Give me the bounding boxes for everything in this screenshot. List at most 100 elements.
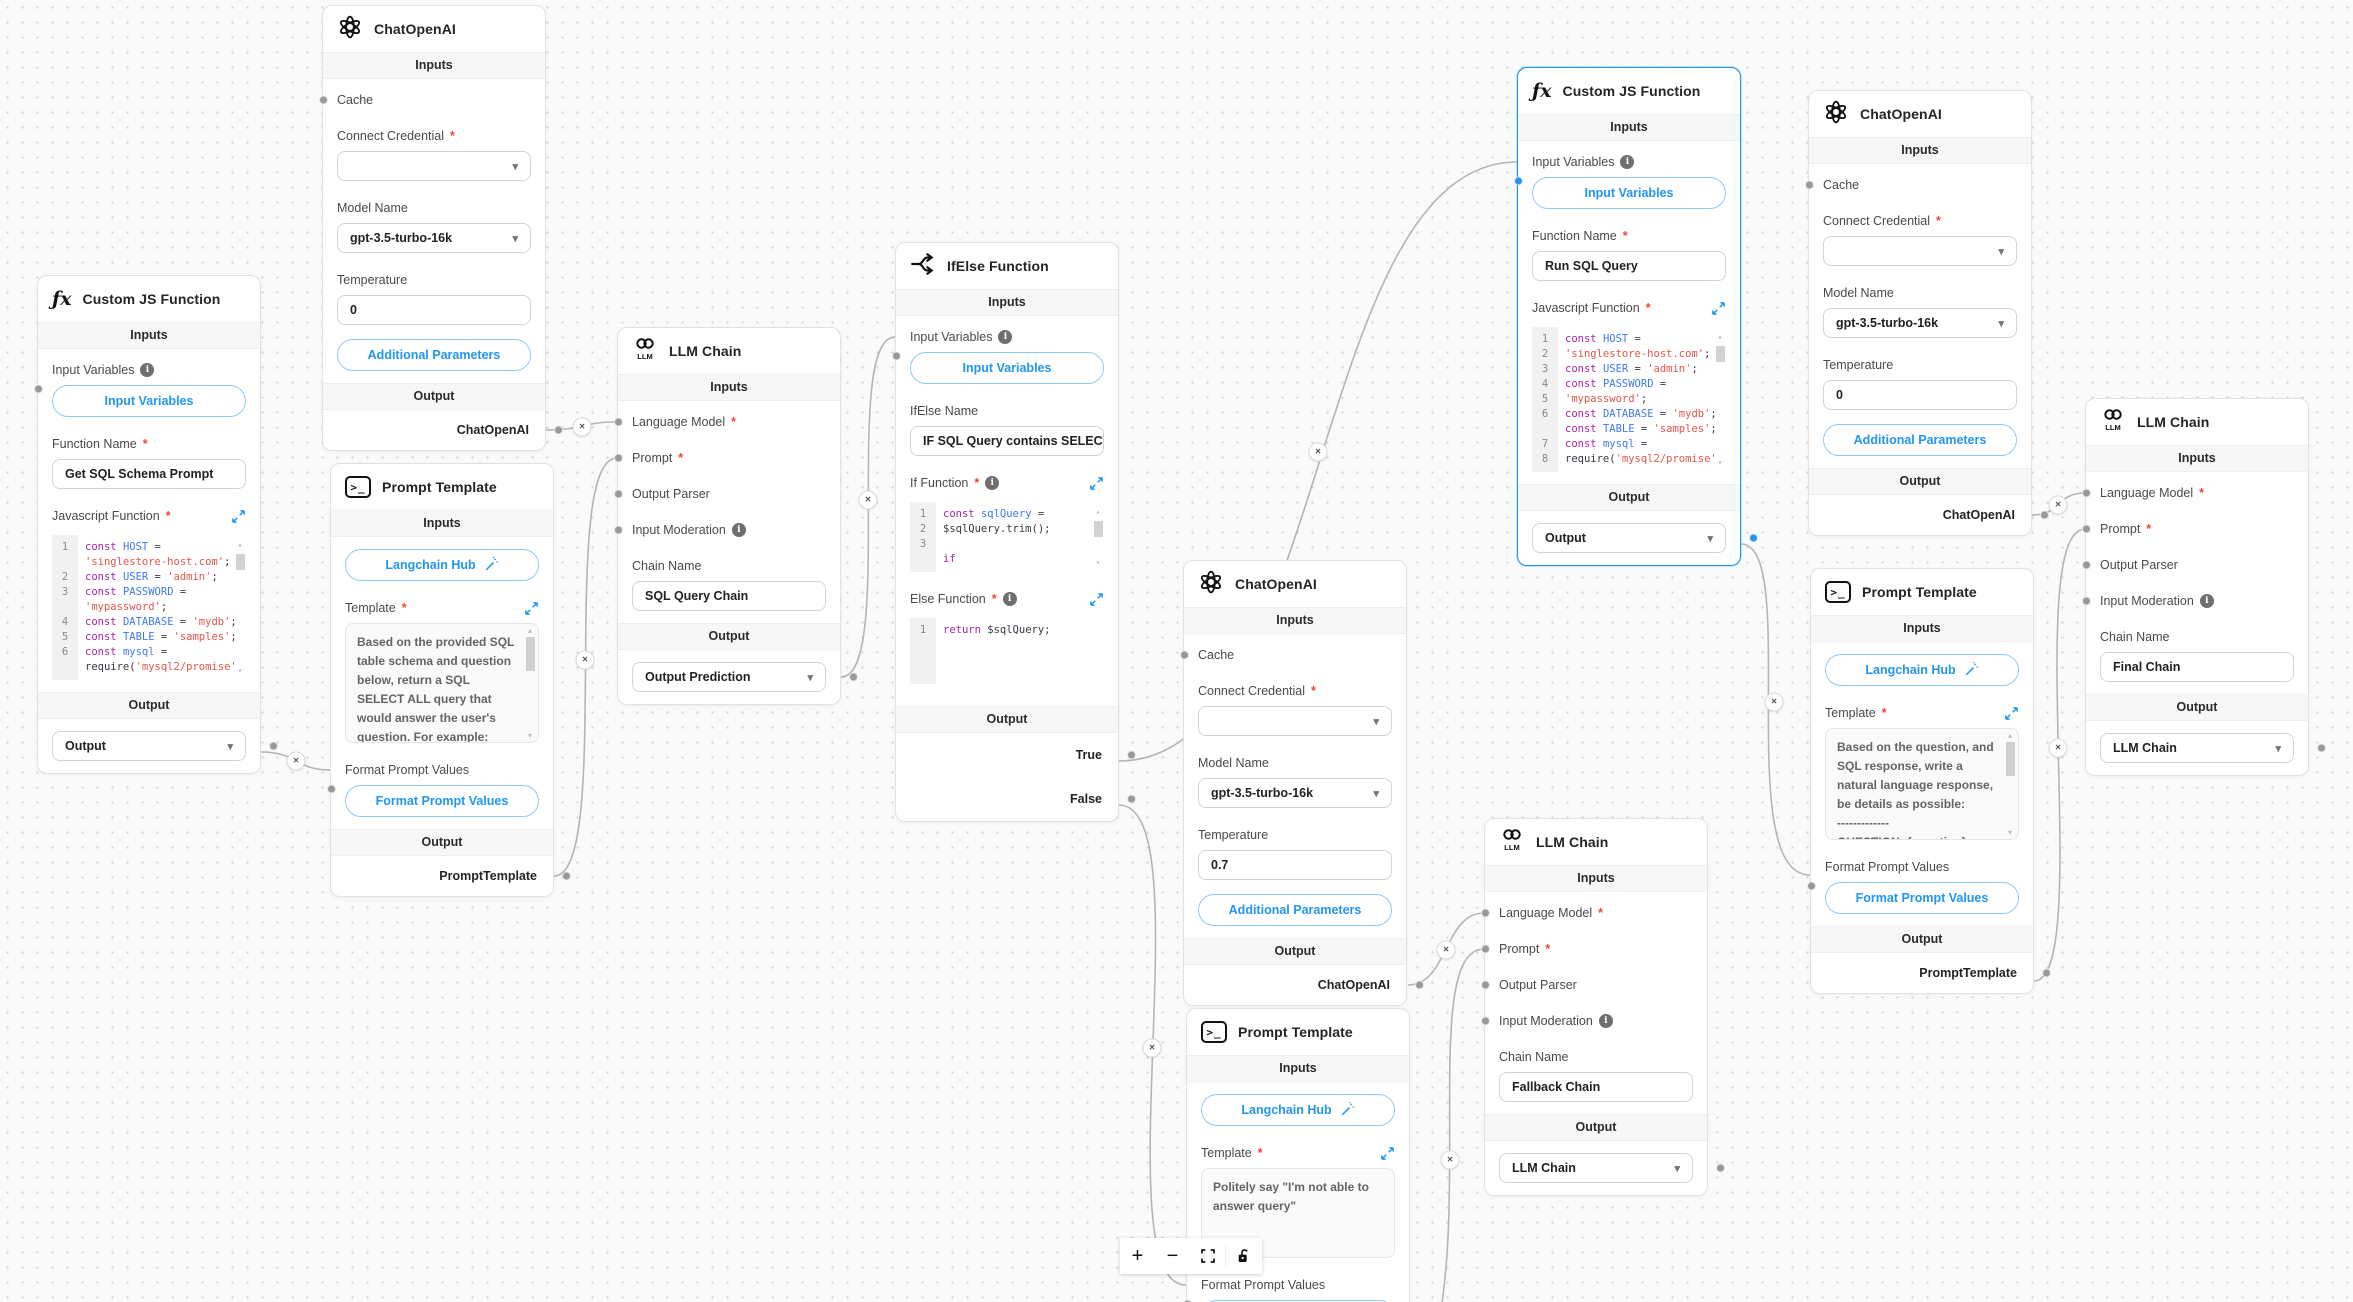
temperature-input[interactable]: 0 (1823, 380, 2017, 410)
output-handle[interactable] (562, 872, 571, 881)
expand-icon[interactable] (1711, 301, 1726, 316)
edge-delete-button[interactable]: × (287, 752, 306, 771)
output-select[interactable]: Output Prediction▾ (632, 662, 826, 692)
expand-icon[interactable] (231, 509, 246, 524)
language-model-handle[interactable] (614, 418, 623, 427)
node-prompttemplate-final[interactable]: >_ Prompt Template Inputs Langchain Hub … (1810, 568, 2034, 994)
expand-icon[interactable] (1380, 1146, 1395, 1161)
input-variables-handle[interactable] (892, 352, 901, 361)
edge-prompttemplate3-to-llmchain3[interactable] (1437, 949, 1484, 1302)
code-editor[interactable]: 12345678 const HOST ='singlestore-host.c… (1532, 327, 1726, 472)
cache-handle[interactable] (319, 96, 328, 105)
fit-view-button[interactable] (1190, 1238, 1225, 1274)
cache-handle[interactable] (1180, 651, 1189, 660)
input-moderation-handle[interactable] (1481, 1017, 1490, 1026)
code-scrollbar[interactable]: ▴▾ (234, 537, 246, 678)
language-model-handle[interactable] (2082, 489, 2091, 498)
chain-name-input[interactable]: Fallback Chain (1499, 1072, 1693, 1102)
node-chatopenai-3[interactable]: ChatOpenAI Inputs Cache Connect Credenti… (1808, 90, 2032, 536)
input-moderation-handle[interactable] (2082, 597, 2091, 606)
textarea-scrollbar[interactable]: ▴▾ (2004, 731, 2016, 837)
node-prompttemplate-sql[interactable]: >_ Prompt Template Inputs Langchain Hub … (330, 463, 554, 897)
output-select[interactable]: LLM Chain▾ (1499, 1153, 1693, 1183)
output-select[interactable]: LLM Chain▾ (2100, 733, 2294, 763)
output-handle[interactable] (1749, 534, 1758, 543)
edge-delete-button[interactable]: × (1143, 1039, 1162, 1058)
function-name-input[interactable]: Get SQL Schema Prompt (52, 459, 246, 489)
edge-delete-button[interactable]: × (2049, 496, 2068, 515)
model-name-select[interactable]: gpt-3.5-turbo-16k▾ (1823, 308, 2017, 338)
output-handle[interactable] (269, 742, 278, 751)
edge-delete-button[interactable]: × (1309, 443, 1328, 462)
code-editor[interactable]: 123456 const HOST ='singlestore-host.com… (52, 535, 246, 680)
output-handle[interactable] (2042, 969, 2051, 978)
ifelse-name-input[interactable]: IF SQL Query contains SELECT and WH (910, 426, 1104, 456)
chain-name-input[interactable]: SQL Query Chain (632, 581, 826, 611)
output-select[interactable]: Output▾ (1532, 523, 1726, 553)
language-model-handle[interactable] (1481, 909, 1490, 918)
langchain-hub-button[interactable]: Langchain Hub (345, 549, 539, 581)
false-output-handle[interactable] (1127, 795, 1136, 804)
model-name-select[interactable]: gpt-3.5-turbo-16k▾ (337, 223, 531, 253)
node-llmchain-fallback[interactable]: LLM LLM Chain Inputs Language Model* Pro… (1484, 818, 1708, 1196)
node-llmchain-final[interactable]: LLM LLM Chain Inputs Language Model* Pro… (2085, 398, 2309, 776)
output-handle[interactable] (554, 426, 563, 435)
node-customjs-run-sql-query[interactable]: ƒx Custom JS Function Inputs Input Varia… (1517, 67, 1741, 566)
zoom-in-button[interactable]: + (1120, 1238, 1155, 1274)
credential-select[interactable]: ▾ (1823, 236, 2017, 266)
node-chatopenai-2[interactable]: ChatOpenAI Inputs Cache Connect Credenti… (1183, 560, 1407, 1006)
node-customjs-get-sql-schema[interactable]: ƒx Custom JS Function Inputs Input Varia… (37, 275, 261, 774)
edge-delete-button[interactable]: × (1441, 1151, 1460, 1170)
output-handle[interactable] (1415, 981, 1424, 990)
expand-icon[interactable] (524, 601, 539, 616)
function-name-input[interactable]: Run SQL Query (1532, 251, 1726, 281)
expand-icon[interactable] (2004, 706, 2019, 721)
format-prompt-values-handle[interactable] (1807, 882, 1816, 891)
node-llmchain-sql-query[interactable]: LLM LLM Chain Inputs Language Model* Pro… (617, 327, 841, 705)
prompt-handle[interactable] (2082, 525, 2091, 534)
template-textarea[interactable]: Based on the provided SQL table schema a… (345, 623, 539, 743)
credential-select[interactable]: ▾ (337, 151, 531, 181)
edge-delete-button[interactable]: × (2049, 739, 2068, 758)
edge-delete-button[interactable]: × (573, 418, 592, 437)
zoom-out-button[interactable]: − (1155, 1238, 1190, 1274)
output-handle[interactable] (2040, 511, 2049, 520)
langchain-hub-button[interactable]: Langchain Hub (1825, 654, 2019, 686)
format-prompt-values-button[interactable]: Format Prompt Values (345, 785, 539, 817)
input-variables-button[interactable]: Input Variables (1532, 177, 1726, 209)
additional-parameters-button[interactable]: Additional Parameters (1823, 424, 2017, 456)
input-moderation-handle[interactable] (614, 526, 623, 535)
input-variables-handle[interactable] (34, 385, 43, 394)
output-parser-handle[interactable] (2082, 561, 2091, 570)
model-name-select[interactable]: gpt-3.5-turbo-16k▾ (1198, 778, 1392, 808)
output-parser-handle[interactable] (1481, 981, 1490, 990)
code-editor[interactable]: 1 return $sqlQuery; (910, 618, 1104, 694)
chain-name-input[interactable]: Final Chain (2100, 652, 2294, 682)
node-ifelse-function[interactable]: IfElse Function Inputs Input Variablesi … (895, 242, 1119, 822)
format-prompt-values-button[interactable]: Format Prompt Values (1825, 882, 2019, 914)
code-editor[interactable]: 123 const sqlQuery =$sqlQuery.trim();if … (910, 502, 1104, 572)
output-handle[interactable] (1716, 1164, 1725, 1173)
output-select[interactable]: Output▾ (52, 731, 246, 761)
format-prompt-values-handle[interactable] (327, 785, 336, 794)
flow-canvas[interactable]: × × × × × × × × × × × ChatOpenAI Inputs … (0, 0, 2353, 1302)
edge-delete-button[interactable]: × (1765, 693, 1784, 712)
textarea-scrollbar[interactable]: ▴▾ (524, 626, 536, 740)
additional-parameters-button[interactable]: Additional Parameters (337, 339, 531, 371)
true-output-handle[interactable] (1127, 751, 1136, 760)
expand-icon[interactable] (1089, 592, 1104, 607)
lock-toggle-button[interactable] (1226, 1238, 1261, 1274)
output-handle[interactable] (2317, 744, 2326, 753)
prompt-handle[interactable] (614, 454, 623, 463)
output-handle[interactable] (849, 673, 858, 682)
code-scrollbar[interactable]: ▴▾ (1714, 329, 1726, 470)
temperature-input[interactable]: 0 (337, 295, 531, 325)
input-variables-handle[interactable] (1514, 177, 1523, 186)
output-parser-handle[interactable] (614, 490, 623, 499)
edge-delete-button[interactable]: × (1437, 941, 1456, 960)
cache-handle[interactable] (1805, 181, 1814, 190)
prompt-handle[interactable] (1481, 945, 1490, 954)
input-variables-button[interactable]: Input Variables (910, 352, 1104, 384)
expand-icon[interactable] (1089, 476, 1104, 491)
template-textarea[interactable]: Based on the question, and SQL response,… (1825, 728, 2019, 840)
